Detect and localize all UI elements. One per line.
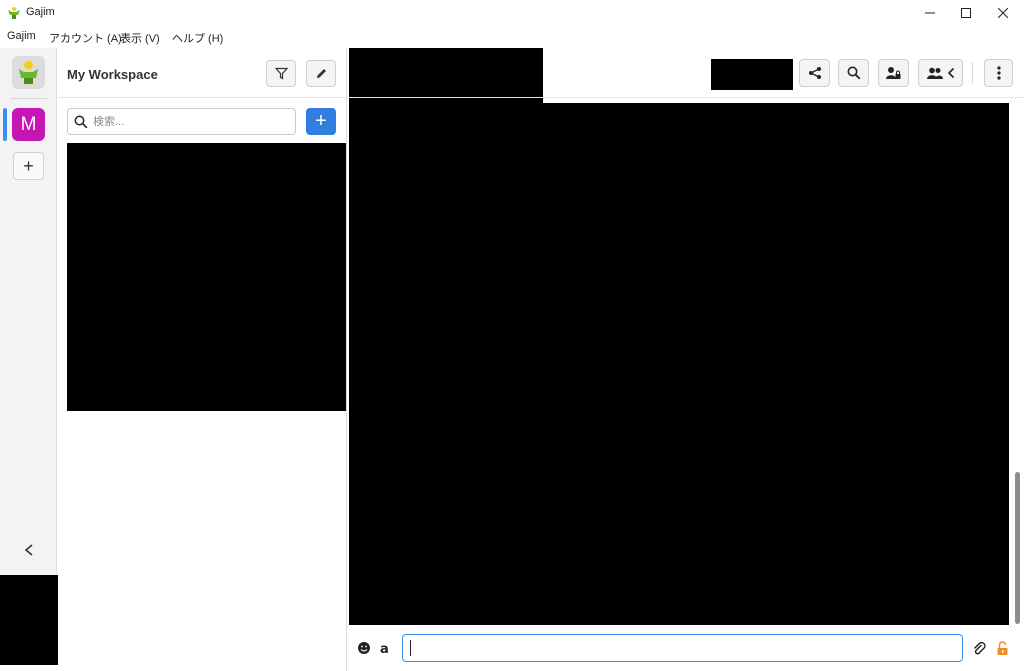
panel-divider <box>58 97 346 98</box>
menu-gajim[interactable]: Gajim <box>7 30 36 42</box>
encryption-button[interactable] <box>994 640 1010 656</box>
pencil-icon <box>316 69 326 78</box>
paperclip-icon <box>973 641 986 654</box>
chevron-left-icon <box>24 544 33 556</box>
workspace-title: My Workspace <box>67 67 158 82</box>
toggle-participants-button[interactable] <box>918 59 963 87</box>
redacted-account-area <box>0 575 67 665</box>
filter-button[interactable] <box>266 60 296 87</box>
unlocked-padlock-icon <box>997 640 1007 655</box>
svg-text:a: a <box>380 642 389 655</box>
message-input[interactable] <box>402 634 963 662</box>
redacted-conversation <box>349 103 1009 625</box>
share-button[interactable] <box>799 59 830 87</box>
emoji-button[interactable] <box>356 640 372 656</box>
text-format-icon: a <box>380 642 389 655</box>
more-vertical-icon <box>996 66 1001 80</box>
group-icon <box>926 67 943 79</box>
redacted-chat-list <box>67 143 346 411</box>
start-chat-button[interactable]: + <box>306 108 336 135</box>
add-workspace-button[interactable]: + <box>13 152 44 180</box>
filter-icon <box>274 67 288 80</box>
menu-help[interactable]: ヘルプ (H) <box>172 30 223 46</box>
close-button[interactable] <box>986 0 1020 26</box>
gajim-logo-icon <box>7 6 21 20</box>
header-divider <box>972 62 973 84</box>
maximize-icon <box>961 8 971 18</box>
attach-file-button[interactable] <box>971 640 987 656</box>
minimize-button[interactable] <box>913 0 947 26</box>
account-avatar[interactable] <box>12 56 45 89</box>
edit-workspace-button[interactable] <box>306 60 336 87</box>
more-options-button[interactable] <box>984 59 1013 87</box>
gajim-avatar-icon <box>19 60 38 84</box>
search-input[interactable] <box>93 109 291 134</box>
redacted-header-item <box>711 59 793 90</box>
close-icon <box>998 8 1008 18</box>
text-caret <box>410 640 411 656</box>
workspace-divider <box>10 98 47 99</box>
redacted-contact-info <box>349 48 543 103</box>
chevron-left-icon <box>947 67 954 79</box>
search-chat-button[interactable] <box>838 59 869 87</box>
collapse-sidebar-button[interactable] <box>18 539 40 561</box>
contact-details-button[interactable] <box>878 59 909 87</box>
minimize-icon <box>925 12 935 14</box>
search-icon <box>847 66 860 80</box>
workspace-avatar-my-workspace[interactable]: M <box>12 108 45 141</box>
format-text-button[interactable]: a <box>378 640 394 656</box>
active-workspace-indicator <box>3 108 7 141</box>
share-icon <box>808 67 821 79</box>
search-field[interactable] <box>67 108 296 135</box>
conversation-scrollbar[interactable] <box>1015 472 1020 624</box>
menu-account[interactable]: アカウント (A) <box>49 30 122 46</box>
menu-view[interactable]: 表示 (V) <box>120 30 160 46</box>
maximize-button[interactable] <box>949 0 983 26</box>
chat-header-divider <box>349 97 1024 98</box>
contact-lock-icon <box>886 67 901 79</box>
emoji-icon <box>358 642 370 654</box>
window-title: Gajim <box>26 6 55 18</box>
search-icon <box>74 115 88 132</box>
title-bar <box>0 0 1024 26</box>
